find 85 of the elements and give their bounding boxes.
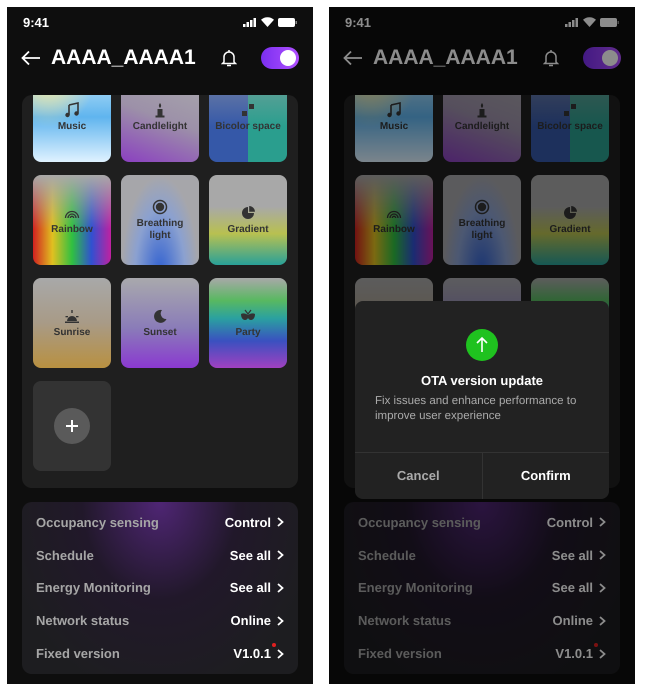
bell-icon[interactable]: [543, 49, 559, 67]
chevron-icon: [277, 616, 284, 626]
chevron-icon: [599, 616, 606, 626]
scene-icon: [64, 102, 80, 118]
confirm-button[interactable]: Confirm: [482, 452, 609, 499]
scene-tile[interactable]: Sunset: [121, 278, 199, 368]
setting-label: Fixed version: [36, 646, 121, 662]
scene-label: Sunrise: [54, 326, 90, 338]
wifi-icon: [261, 17, 274, 27]
scene-icon: [240, 102, 256, 118]
setting-value[interactable]: Control: [546, 514, 593, 530]
scene-tile[interactable]: Candlelight: [121, 95, 199, 162]
scene-icon: [474, 198, 490, 214]
signal-icon: [243, 18, 257, 26]
status-time: 9:41: [23, 14, 50, 30]
scene-icon: [152, 308, 168, 324]
back-arrow-icon[interactable]: [21, 50, 41, 66]
scene-icon: [562, 204, 578, 220]
scene-label: Bicolor space: [537, 120, 603, 132]
scene-label: Rainbow: [51, 224, 93, 236]
scene-tile[interactable]: Gradient: [209, 175, 287, 265]
scene-tile[interactable]: Music: [355, 95, 433, 162]
setting-value[interactable]: See all: [230, 548, 271, 563]
setting-label: Network status: [358, 613, 452, 628]
setting-label: Energy Monitoring: [358, 580, 474, 596]
scene-tile[interactable]: Gradient: [531, 175, 609, 265]
scene-icon: [386, 102, 402, 118]
signal-icon: [565, 18, 579, 26]
back-arrow-icon[interactable]: [343, 50, 363, 66]
scene-label: Breathing light: [458, 218, 506, 242]
battery-icon: [600, 18, 619, 26]
cancel-button[interactable]: Cancel: [355, 452, 482, 499]
scene-label: Music: [58, 120, 86, 132]
device-title: AAAA_AAAA1: [51, 46, 197, 70]
scene-label: Candlelight: [454, 120, 510, 132]
setting-label: Occupancy sensing: [36, 514, 160, 530]
dialog-title: OTA version update: [420, 373, 544, 388]
chevron-icon: [277, 517, 284, 528]
chevron-icon: [599, 582, 606, 593]
setting-value[interactable]: V1.0.1: [555, 646, 593, 662]
plus-icon: [66, 420, 78, 432]
add-button[interactable]: [54, 408, 90, 444]
scene-label: Breathing light: [136, 218, 184, 242]
chevron-icon: [277, 648, 284, 659]
scene-label: Gradient: [549, 224, 591, 236]
setting-value[interactable]: Online: [552, 613, 593, 628]
chevron-icon: [599, 648, 606, 659]
scene-icon: [64, 308, 80, 324]
setting-value[interactable]: See all: [230, 580, 271, 596]
wifi-icon: [583, 17, 596, 27]
setting-label: Energy Monitoring: [36, 580, 152, 596]
battery-icon: [278, 18, 297, 26]
setting-label: Network status: [36, 613, 130, 628]
setting-label: Schedule: [358, 548, 417, 563]
setting-value[interactable]: Control: [224, 514, 271, 530]
scene-label: Sunset: [143, 326, 177, 338]
scene-label: Party: [235, 326, 260, 338]
setting-value[interactable]: Online: [230, 613, 271, 628]
add-scene-tile[interactable]: [33, 381, 111, 471]
scene-label: Music: [380, 120, 408, 132]
chevron-icon: [277, 550, 284, 560]
setting-label: Schedule: [36, 548, 95, 563]
setting-value[interactable]: See all: [552, 580, 593, 596]
power-toggle[interactable]: [583, 47, 621, 69]
scene-tile[interactable]: Rainbow: [33, 175, 111, 265]
scene-icon: [152, 198, 168, 214]
setting-value[interactable]: V1.0.1: [233, 646, 271, 662]
scene-tile[interactable]: Music: [33, 95, 111, 162]
setting-label: Occupancy sensing: [358, 514, 482, 530]
chevron-icon: [277, 582, 284, 593]
scene-label: Candlelight: [132, 120, 188, 132]
device-title: AAAA_AAAA1: [373, 46, 519, 70]
scene-tile[interactable]: Sunrise: [33, 278, 111, 368]
chevron-icon: [599, 517, 606, 528]
scene-icon: [562, 102, 578, 118]
dialog-message: Fix issues and enhance performance to improve user experience: [375, 394, 578, 424]
chevron-icon: [599, 550, 606, 560]
status-time: 9:41: [345, 14, 372, 30]
setting-value[interactable]: See all: [552, 548, 593, 563]
scene-icon: [240, 204, 256, 220]
setting-label: Fixed version: [358, 646, 443, 662]
scene-tile[interactable]: Breathing light: [121, 175, 199, 265]
power-toggle[interactable]: [261, 47, 299, 69]
bell-icon[interactable]: [221, 49, 237, 67]
scene-label: Gradient: [227, 224, 269, 236]
